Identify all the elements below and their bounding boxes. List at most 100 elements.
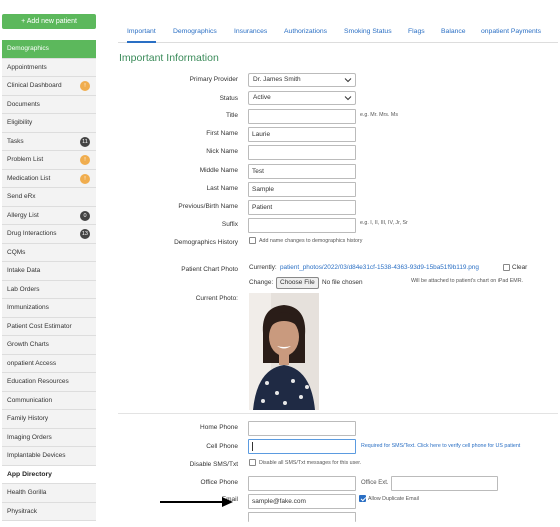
first-name-label: First Name — [206, 130, 238, 137]
sidebar-item-documents[interactable]: Documents — [2, 95, 96, 114]
sidebar-item-label: Tasks — [7, 137, 24, 145]
sidebar-item-education-resources[interactable]: Education Resources — [2, 373, 96, 392]
sidebar-item-physitrack[interactable]: Physitrack — [2, 502, 96, 521]
office-phone-label: Office Phone — [200, 479, 238, 486]
sidebar-nav: Demographics Appointments Clinical Dashboa… — [2, 40, 96, 521]
office-phone-field[interactable] — [248, 476, 356, 491]
current-photo-file-link[interactable]: patient_photos/2022/03/d84e31cf-1538-436… — [280, 264, 479, 271]
demographics-history-checkbox-label: Add name changes to demographics history — [259, 238, 363, 244]
primary-provider-label: Primary Provider — [189, 76, 238, 83]
first-name-field[interactable]: Laurie — [248, 127, 356, 142]
patient-chart-photo-label: Patient Chart Photo — [181, 266, 238, 273]
sidebar-item-demographics[interactable]: Demographics — [2, 40, 96, 59]
middle-name-field[interactable]: Test — [248, 164, 356, 179]
sidebar-item-intake-data[interactable]: Intake Data — [2, 262, 96, 281]
sidebar-item-label: Medication List — [7, 174, 51, 182]
previous-name-field[interactable]: Patient — [248, 200, 356, 215]
sidebar-item-label: Eligibility — [7, 119, 33, 126]
sidebar-item-onpatient-access[interactable]: onpatient Access — [2, 354, 96, 373]
allow-duplicate-email-checkbox[interactable] — [359, 495, 366, 502]
sidebar-item-clinical-dashboard[interactable]: Clinical Dashboard! — [2, 77, 96, 96]
clear-photo-checkbox[interactable] — [503, 264, 510, 271]
title-label: Title — [225, 112, 238, 119]
sidebar-item-medication-list[interactable]: Medication List! — [2, 169, 96, 188]
add-new-patient-button[interactable]: + Add new patient — [2, 14, 96, 29]
email-field[interactable]: sample@fake.com — [248, 494, 356, 509]
tab-demographics[interactable]: Demographics — [173, 20, 217, 43]
middle-name-label: Middle Name — [199, 167, 238, 174]
sidebar-item-label: Imaging Orders — [7, 433, 52, 441]
sidebar-item-family-history[interactable]: Family History — [2, 410, 96, 429]
sidebar-item-label: Communication — [7, 396, 53, 404]
count-badge: 0 — [80, 210, 90, 221]
demographics-history-checkbox[interactable] — [249, 237, 256, 244]
suffix-field[interactable] — [248, 218, 356, 233]
sidebar-item-health-gorilla[interactable]: Health Gorilla — [2, 484, 96, 503]
sidebar-item-communication[interactable]: Communication — [2, 391, 96, 410]
status-value: Active — [253, 94, 271, 101]
sidebar-item-patient-cost-estimator[interactable]: Patient Cost Estimator — [2, 317, 96, 336]
office-ext-field[interactable] — [391, 476, 498, 491]
last-name-label: Last Name — [206, 185, 238, 192]
tab-insurances[interactable]: Insurances — [234, 20, 267, 43]
disable-sms-label: Disable SMS/Txt — [189, 461, 238, 468]
sidebar-item-problem-list[interactable]: Problem List! — [2, 151, 96, 170]
sidebar-header-app-directory: App Directory — [2, 465, 96, 484]
sidebar-item-allergy-list[interactable]: Allergy List 0 — [2, 206, 96, 225]
sidebar-item-eligibility[interactable]: Eligibility — [2, 114, 96, 133]
status-label: Status — [219, 95, 238, 102]
warning-badge: ! — [80, 173, 90, 184]
sidebar-item-immunizations[interactable]: Immunizations — [2, 299, 96, 318]
primary-provider-select[interactable]: Dr. James Smith — [248, 73, 356, 87]
title-field[interactable] — [248, 109, 356, 124]
sidebar-item-appointments[interactable]: Appointments — [2, 58, 96, 77]
sidebar-item-lab-orders[interactable]: Lab Orders — [2, 280, 96, 299]
section-title: Important Information — [119, 52, 219, 64]
sidebar-item-label: Family History — [7, 415, 49, 422]
cell-phone-hint-link[interactable]: Required for SMS/Text. Click here to ver… — [361, 443, 520, 449]
cell-phone-field[interactable] — [248, 439, 356, 454]
tab-onpatient-payments[interactable]: onpatient Payments — [481, 20, 541, 43]
current-photo-label: Current Photo: — [195, 295, 238, 302]
disable-sms-checkbox[interactable] — [249, 459, 256, 466]
suffix-label: Suffix — [221, 221, 238, 228]
home-phone-field[interactable] — [248, 421, 356, 436]
previous-name-label: Previous/Birth Name — [178, 203, 238, 210]
tab-smoking-status[interactable]: Smoking Status — [344, 20, 392, 43]
nick-name-field[interactable] — [248, 145, 356, 160]
sidebar-item-label: Drug Interactions — [7, 230, 57, 237]
tab-important[interactable]: Important — [127, 20, 156, 43]
sidebar: + Add new patient Demographics Appointmen… — [0, 0, 97, 527]
sidebar-item-label: CQMs — [7, 248, 26, 256]
sidebar-item-imaging-orders[interactable]: Imaging Orders — [2, 428, 96, 447]
sidebar-item-label: onpatient Access — [7, 359, 57, 367]
sidebar-item-label: Allergy List — [7, 211, 39, 219]
status-select[interactable]: Active — [248, 91, 356, 105]
sidebar-item-label: Intake Data — [7, 267, 41, 274]
change-label: Change: — [249, 279, 274, 286]
sidebar-item-send-erx[interactable]: Send eRx — [2, 188, 96, 207]
choose-file-button[interactable]: Choose File — [276, 277, 319, 289]
tab-authorizations[interactable]: Authorizations — [284, 20, 327, 43]
sidebar-item-label: Appointments — [7, 63, 47, 71]
sidebar-item-label: Lab Orders — [7, 285, 40, 293]
sidebar-item-tasks[interactable]: Tasks 11 — [2, 132, 96, 151]
sidebar-item-implantable-devices[interactable]: Implantable Devices — [2, 447, 96, 466]
tab-flags[interactable]: Flags — [408, 20, 425, 43]
text-cursor — [252, 441, 253, 451]
warning-badge: ! — [80, 81, 90, 91]
sidebar-item-label: Clinical Dashboard — [7, 82, 62, 89]
sidebar-item-label: App Directory — [7, 470, 52, 478]
sidebar-item-drug-interactions[interactable]: Drug Interactions 13 — [2, 225, 96, 244]
last-name-field[interactable]: Sample — [248, 182, 356, 197]
sidebar-item-growth-charts[interactable]: Growth Charts — [2, 336, 96, 355]
sidebar-item-cqms[interactable]: CQMs — [2, 243, 96, 262]
demographics-history-label: Demographics History — [174, 239, 238, 246]
chevron-down-icon — [344, 78, 352, 83]
allow-duplicate-email-label: Allow Duplicate Email — [368, 496, 419, 502]
tab-balance[interactable]: Balance — [441, 20, 466, 43]
arrow-right-icon — [160, 497, 233, 507]
next-field-partial[interactable] — [248, 512, 356, 522]
count-badge: 11 — [80, 136, 90, 147]
sidebar-item-label: Send eRx — [7, 193, 36, 200]
